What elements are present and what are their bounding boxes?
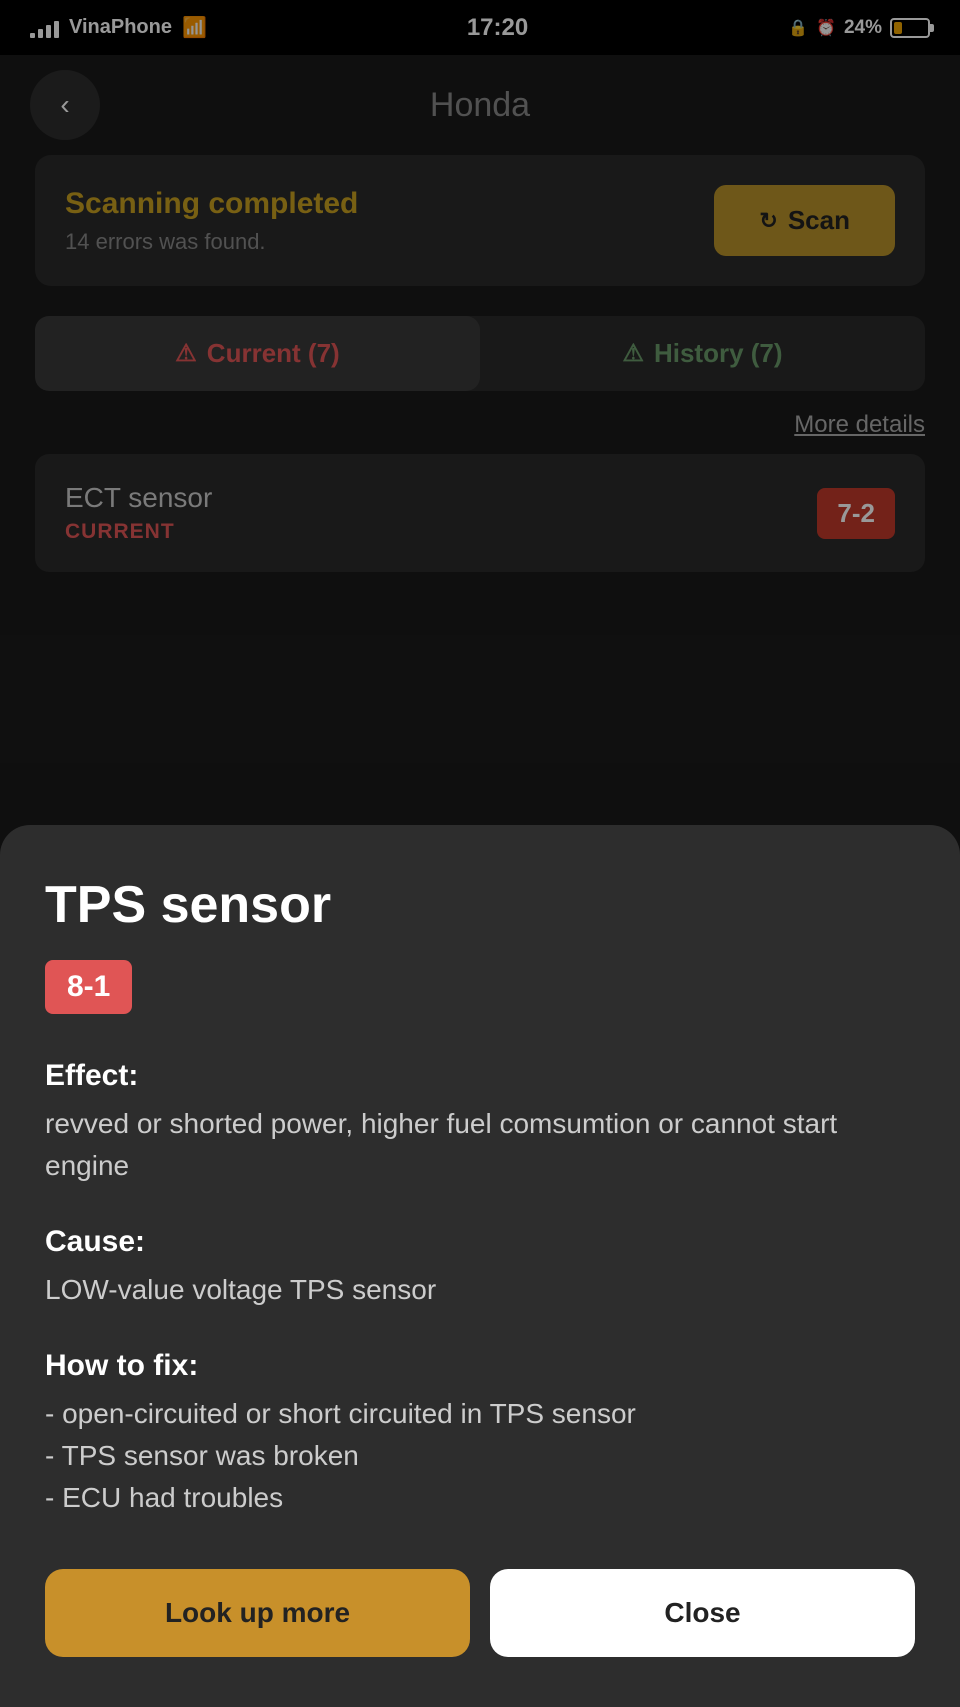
modal-sensor-title: TPS sensor [45,875,915,935]
bottom-sheet-modal: TPS sensor 8-1 Effect: revved or shorted… [0,825,960,1707]
modal-effect-body: revved or shorted power, higher fuel com… [45,1103,915,1187]
modal-fix-section: How to fix: - open-circuited or short ci… [45,1349,915,1519]
modal-code-badge: 8-1 [45,960,132,1014]
modal-actions: Look up more Close [45,1569,915,1657]
modal-fix-body: - open-circuited or short circuited in T… [45,1393,915,1519]
modal-cause-title: Cause: [45,1225,915,1259]
close-button[interactable]: Close [490,1569,915,1657]
lookup-button[interactable]: Look up more [45,1569,470,1657]
modal-cause-section: Cause: LOW-value voltage TPS sensor [45,1225,915,1311]
modal-effect-title: Effect: [45,1059,915,1093]
modal-cause-body: LOW-value voltage TPS sensor [45,1269,915,1311]
modal-effect-section: Effect: revved or shorted power, higher … [45,1059,915,1187]
modal-fix-title: How to fix: [45,1349,915,1383]
